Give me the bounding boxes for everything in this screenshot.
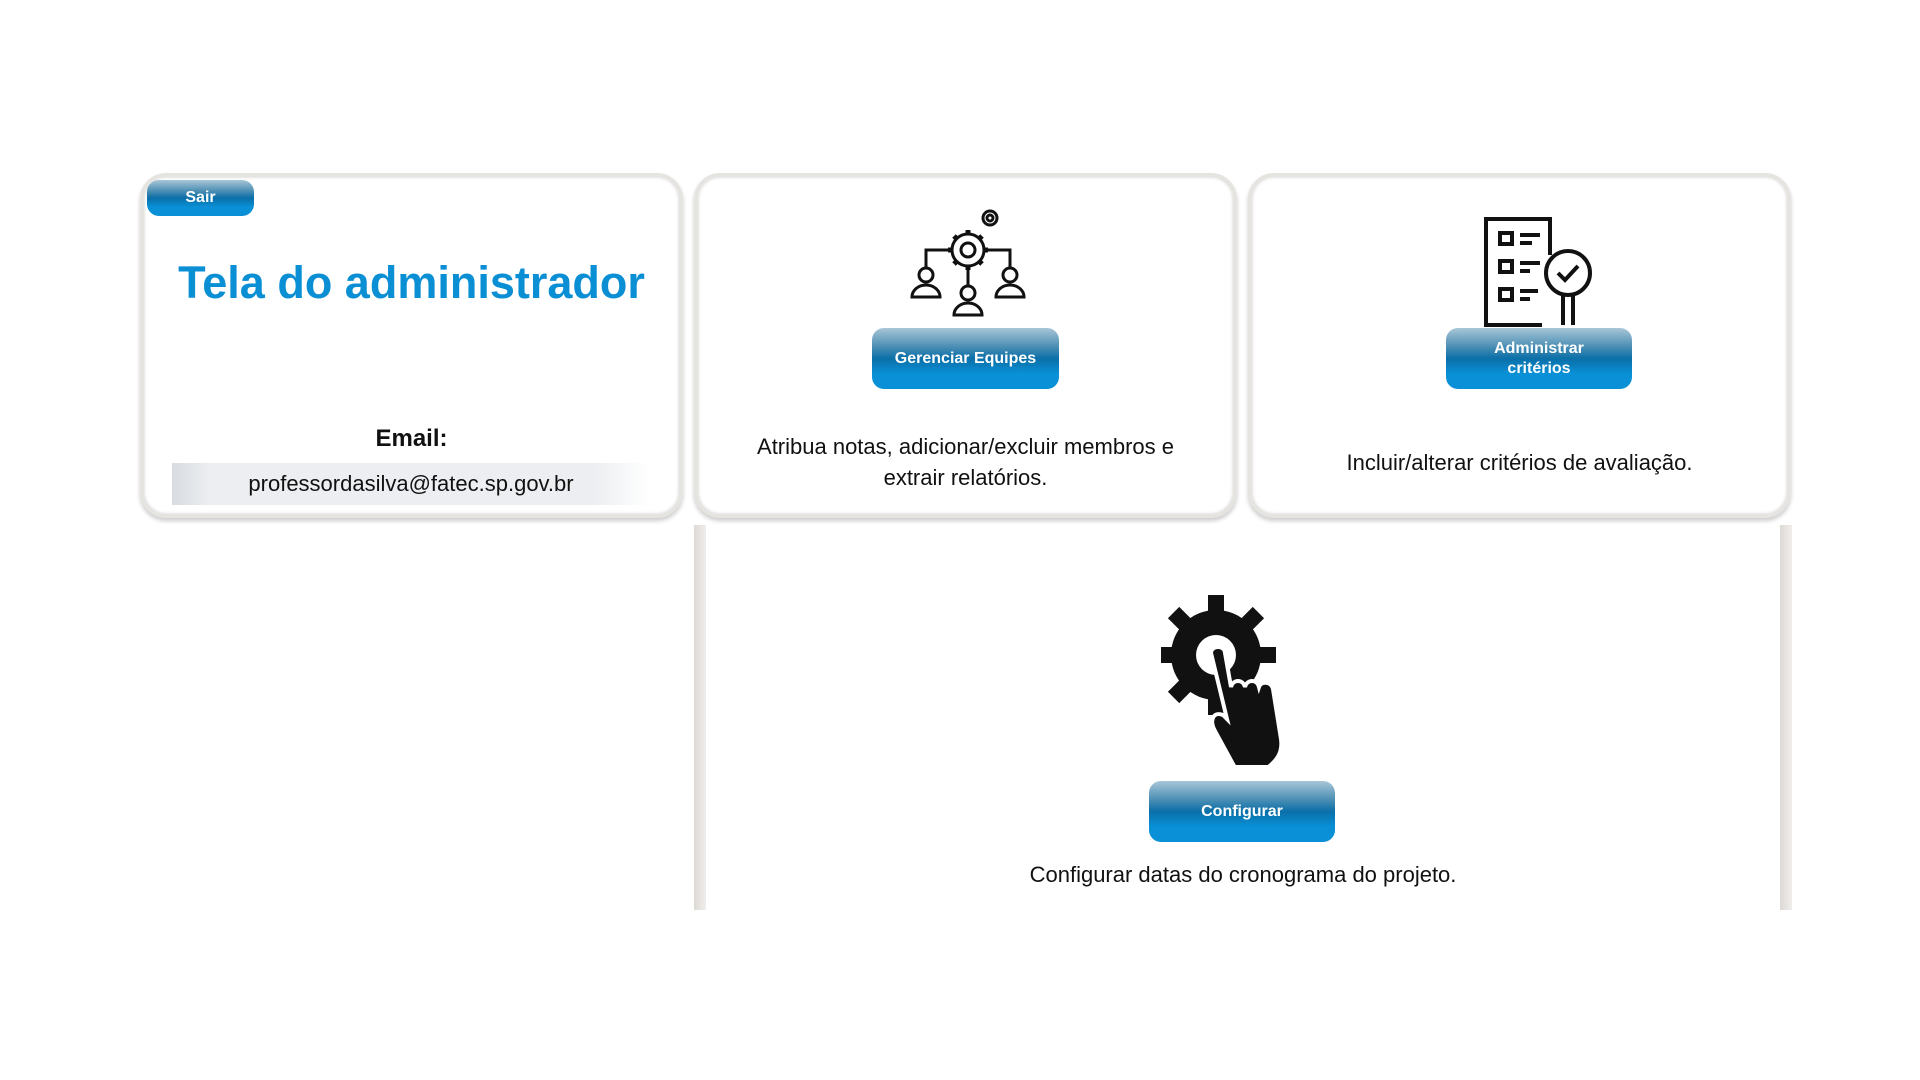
configure-button[interactable]: Configurar <box>1149 781 1335 842</box>
email-label: Email: <box>375 425 448 452</box>
page-title: Tela do administrador <box>178 257 645 308</box>
panel-border-right <box>1780 525 1792 910</box>
panel-border-left <box>694 525 706 910</box>
manage-criteria-button[interactable]: Administrar critérios <box>1446 328 1632 389</box>
manage-teams-button[interactable]: Gerenciar Equipes <box>872 328 1059 389</box>
teams-card: Gerenciar Equipes Atribua notas, adicion… <box>694 173 1237 518</box>
gear-hand-icon <box>1161 595 1284 765</box>
logout-button[interactable]: Sair <box>147 180 254 216</box>
email-field: professordasilva@fatec.sp.gov.br <box>172 463 650 505</box>
config-panel: Configurar Configurar datas do cronogram… <box>694 525 1792 910</box>
criteria-card: Administrar critérios Incluir/alterar cr… <box>1248 173 1791 518</box>
teams-description: Atribua notas, adicionar/excluir membros… <box>757 434 1174 490</box>
team-management-icon <box>910 209 1026 317</box>
config-description: Configurar datas do cronograma do projet… <box>1029 862 1457 887</box>
criteria-description: Incluir/alterar critérios de avaliação. <box>1346 450 1693 475</box>
profile-card: Sair Tela do administrador Email: profes… <box>140 173 683 518</box>
checklist-icon <box>1484 217 1592 327</box>
